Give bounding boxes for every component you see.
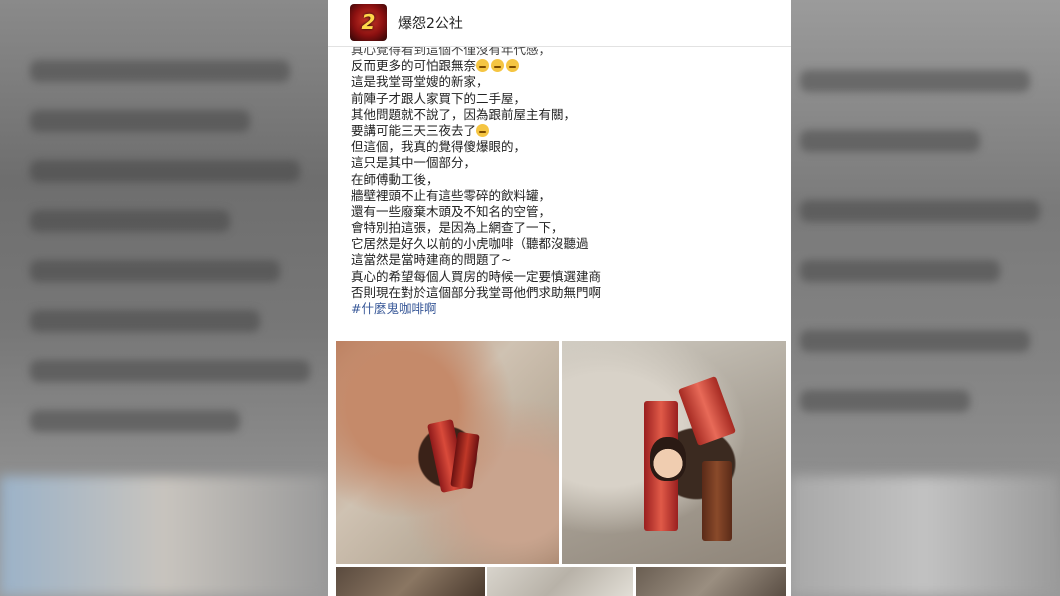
post-line: 這只是其中一個部分， [351, 155, 477, 171]
unamused-face-icon [476, 59, 490, 73]
post-header: 2 爆怨2公社 [328, 0, 791, 47]
post-line: 真心的希望每個人買房的時候一定要慎選建商 [351, 268, 602, 284]
unamused-face-icon [491, 59, 505, 73]
drink-can [702, 461, 732, 541]
blurred-background-left [0, 0, 328, 596]
post-line: 會特別拍這張，是因為上網查了一下， [351, 220, 564, 236]
post-photo-thumb[interactable] [636, 567, 786, 596]
blurred-background-right [790, 0, 1060, 596]
post-photo-thumb[interactable] [336, 567, 485, 596]
post-line: 還有一些廢棄木頭及不知名的空管， [351, 203, 552, 219]
unamused-face-icon [476, 123, 490, 137]
post-photo-coffee-cans[interactable] [562, 341, 786, 564]
post-line: 它居然是好久以前的小虎咖啡（聽都沒聽過 [351, 236, 589, 252]
post-line: 但這個，我真的覺得傻爆眼的， [351, 139, 527, 155]
post-card: 2 爆怨2公社 真心覺得看到這個不僅沒有年代感， 反而更多的可怕跟無奈 這是我堂… [328, 0, 791, 596]
post-line: 否則現在對於這個部分我堂哥他們求助無門啊 [351, 284, 602, 300]
post-photo-thumb[interactable] [487, 567, 633, 596]
post-line: 反而更多的可怕跟無奈 [351, 58, 781, 74]
post-line: 這當然是當時建商的問題了~ [351, 252, 512, 268]
post-text: 真心覺得看到這個不僅沒有年代感， 反而更多的可怕跟無奈 這是我堂哥堂嫂的新家， … [351, 42, 781, 317]
hashtag-link[interactable]: #什麼鬼咖啡啊 [351, 301, 781, 317]
post-line: 這是我堂哥堂嫂的新家， [351, 74, 489, 90]
unamused-face-icon [506, 59, 520, 73]
post-line: 其他問題就不說了，因為跟前屋主有關， [351, 106, 577, 122]
post-photo-wall-hole[interactable] [336, 341, 559, 564]
page-avatar[interactable]: 2 [350, 4, 387, 41]
can-portrait [650, 437, 686, 481]
post-line: 牆壁裡頭不止有這些零碎的飲料罐， [351, 187, 552, 203]
drink-can [677, 375, 737, 447]
avatar-logo-text: 2 [361, 10, 376, 34]
post-line: 前陣子才跟人家買下的二手屋， [351, 90, 527, 106]
page-name[interactable]: 爆怨2公社 [398, 13, 463, 33]
post-line: 在師傅動工後， [351, 171, 439, 187]
post-line: 要講可能三天三夜去了 [351, 123, 781, 139]
